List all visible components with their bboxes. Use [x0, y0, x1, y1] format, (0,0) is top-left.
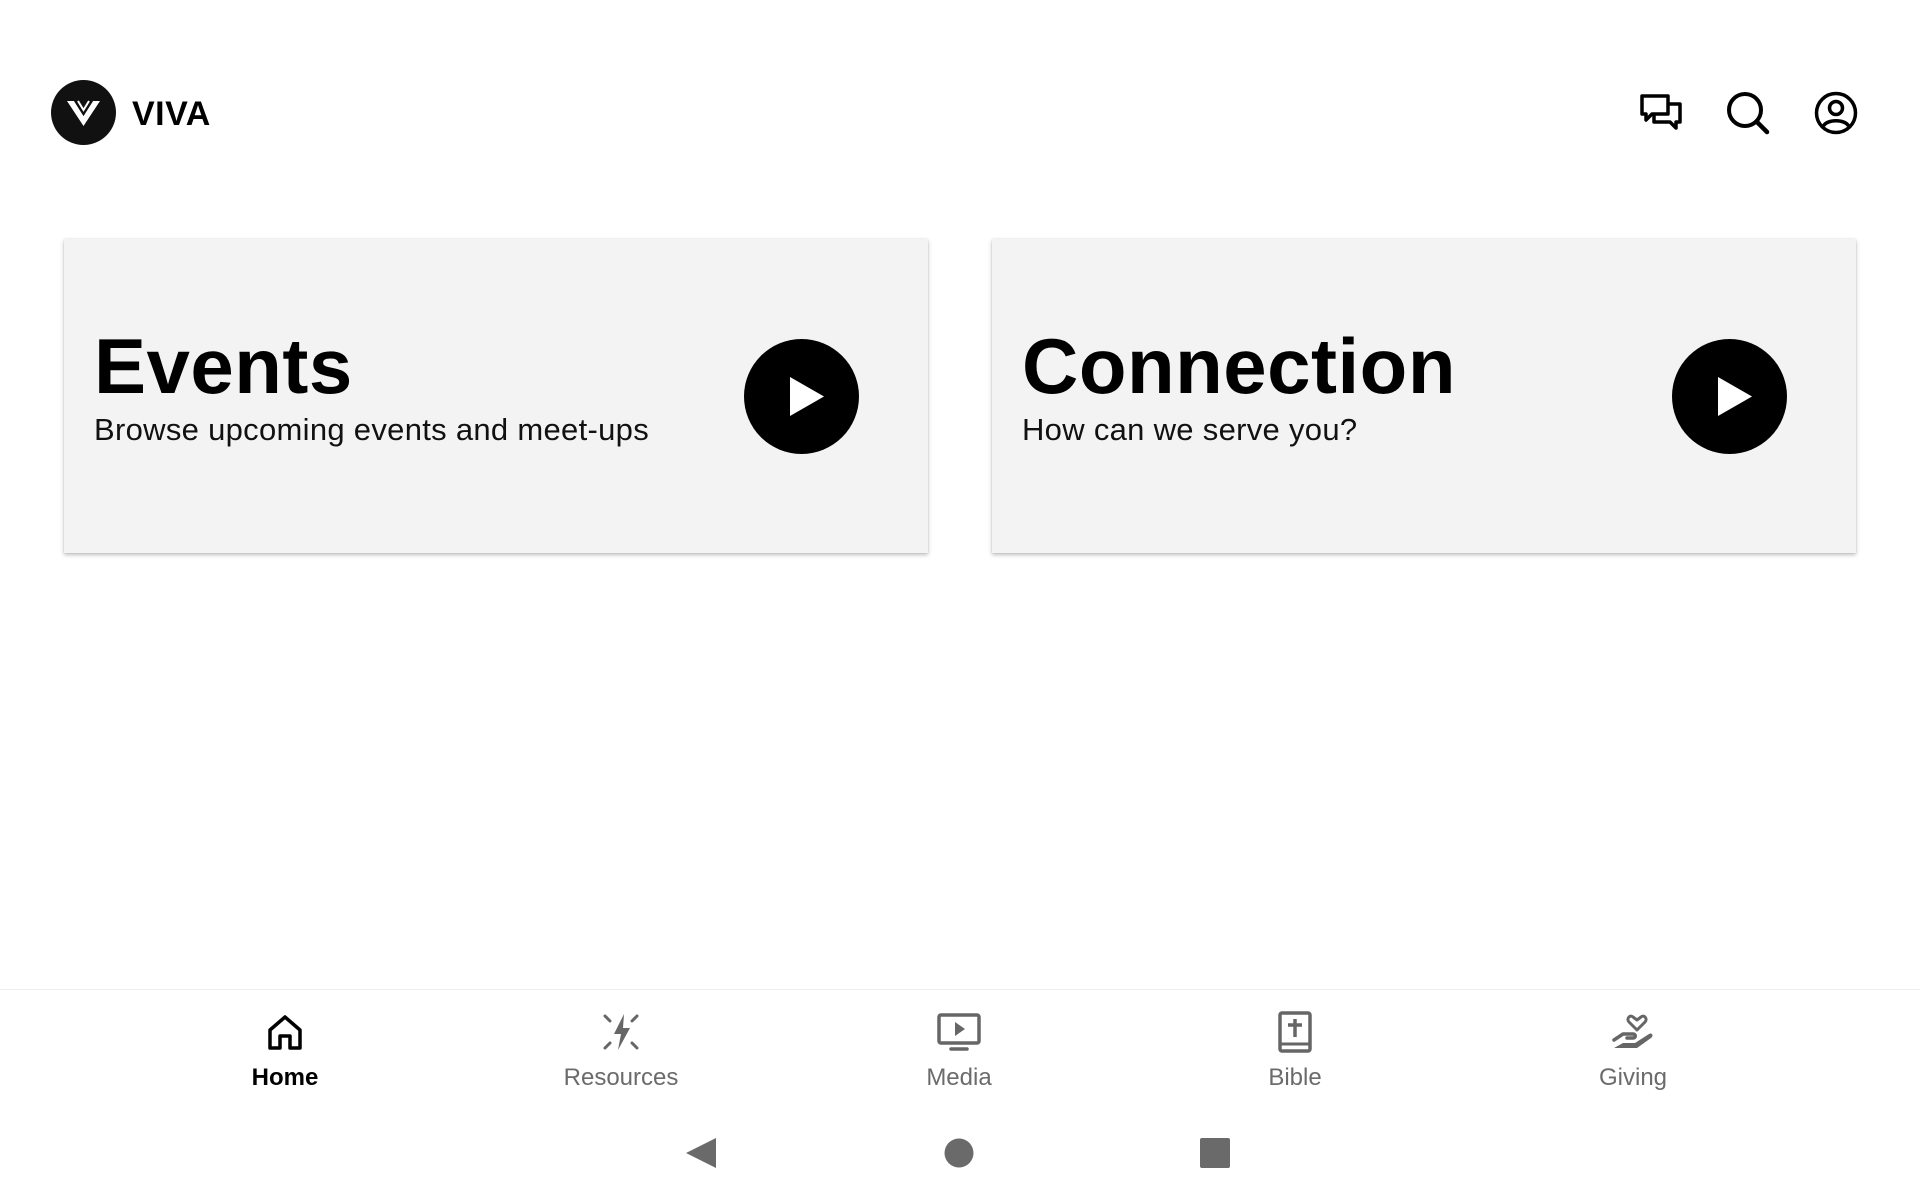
bible-cross-icon: [1278, 1011, 1312, 1053]
events-play-button[interactable]: [744, 339, 859, 454]
nav-item-giving[interactable]: Giving: [1533, 990, 1733, 1102]
system-navigation-bar: [0, 1101, 1920, 1200]
connection-play-button[interactable]: [1672, 339, 1787, 454]
bottom-navigation: Home Resources Media Bible Giving: [0, 989, 1920, 1101]
search-icon[interactable]: [1723, 88, 1773, 138]
nav-item-media[interactable]: Media: [859, 990, 1059, 1102]
viva-v-logo-icon[interactable]: [51, 80, 116, 145]
nav-label-resources: Resources: [563, 1064, 679, 1091]
nav-label-giving: Giving: [1598, 1064, 1668, 1091]
sparkle-bolt-icon: [603, 1014, 639, 1050]
events-card-subtitle: Browse upcoming events and meet-ups: [94, 412, 650, 447]
nav-label-bible: Bible: [1268, 1064, 1322, 1091]
nav-label-home: Home: [251, 1064, 319, 1091]
home-icon: [268, 1015, 302, 1050]
hand-heart-icon: [1612, 1014, 1653, 1048]
nav-item-home[interactable]: Home: [185, 990, 385, 1102]
home-circle-icon[interactable]: [934, 1128, 984, 1178]
nav-label-media: Media: [926, 1064, 992, 1091]
connection-card-subtitle: How can we serve you?: [1022, 412, 1358, 447]
play-icon: [790, 377, 824, 416]
play-icon: [1718, 377, 1752, 416]
connection-card-title: Connection: [1022, 322, 1456, 410]
app-screen: VIVA Events Browse upcoming events and m…: [0, 0, 1920, 1200]
connection-card[interactable]: Connection How can we serve you?: [992, 239, 1856, 553]
top-app-bar: VIVA: [0, 0, 1920, 230]
account-circle-icon[interactable]: [1811, 88, 1861, 138]
events-card-title: Events: [94, 322, 353, 410]
tv-play-icon: [937, 1013, 981, 1051]
nav-item-resources[interactable]: Resources: [521, 990, 721, 1102]
app-title: VIVA: [132, 95, 211, 133]
back-triangle-icon[interactable]: [678, 1128, 728, 1178]
events-card[interactable]: Events Browse upcoming events and meet-u…: [64, 239, 928, 553]
recents-square-icon[interactable]: [1190, 1128, 1240, 1178]
chat-bubbles-icon[interactable]: [1636, 88, 1686, 138]
nav-item-bible[interactable]: Bible: [1195, 990, 1395, 1102]
